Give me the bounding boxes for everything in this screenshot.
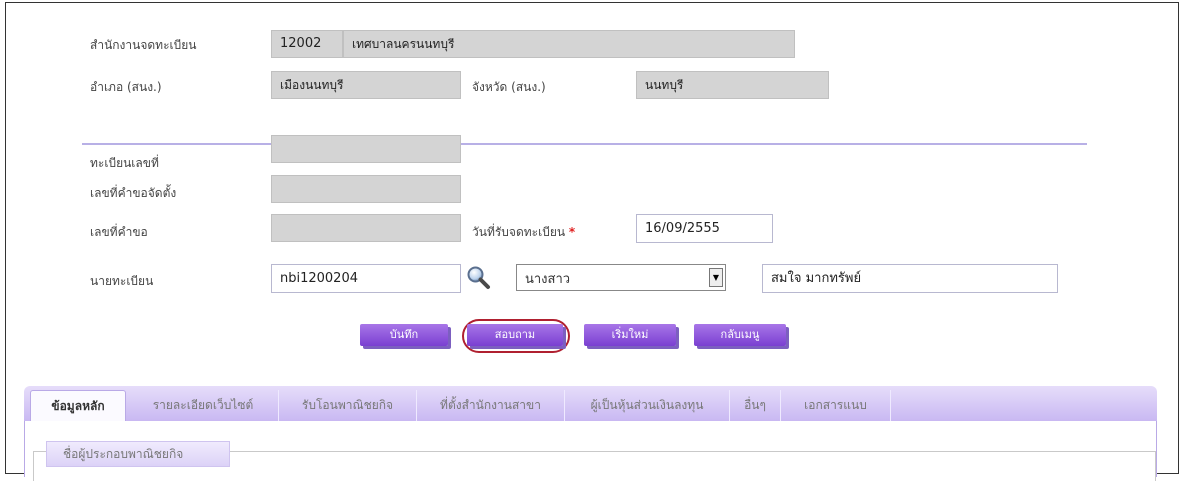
merchant-name-legend: ชื่อผู้ประกอบพาณิชยกิจ (46, 441, 230, 467)
magnifier-icon[interactable] (466, 265, 492, 291)
title-select-value: นางสาว (525, 272, 571, 287)
registration-no-label: ทะเบียนเลขที่ (90, 156, 159, 170)
tab-bar: ข้อมูลหลัก รายละเอียดเว็บไซต์ รับโอนพาณิ… (24, 386, 1157, 422)
tab-main-info[interactable]: ข้อมูลหลัก (30, 390, 126, 421)
dropdown-arrow-icon[interactable]: ▼ (709, 268, 723, 287)
setup-request-no-label: เลขที่คำขอจัดตั้ง (90, 186, 177, 200)
registrar-id-input[interactable]: nbi1200204 (271, 264, 461, 293)
received-date-input[interactable]: 16/09/2555 (636, 214, 773, 243)
office-code-field: 12002 (271, 30, 343, 58)
new-button[interactable]: เริ่มใหม่ (584, 324, 676, 346)
province-label: จังหวัด (สนง.) (472, 80, 546, 94)
received-date-label-text: วันที่รับจดทะเบียน (472, 225, 566, 239)
title-select[interactable]: นางสาว ▼ (516, 264, 726, 291)
section-divider (82, 143, 1087, 145)
received-date-label: วันที่รับจดทะเบียน * (472, 223, 575, 242)
district-label: อำเภอ (สนง.) (90, 80, 162, 94)
tab-branch-office[interactable]: ที่ตั้งสำนักงานสาขา (417, 390, 565, 421)
registration-no-field (271, 135, 461, 163)
tab-business-transfer[interactable]: รับโอนพาณิชยกิจ (279, 390, 417, 421)
office-label: สำนักงานจดทะเบียน (90, 38, 197, 52)
district-field: เมืองนนทบุรี (271, 71, 461, 99)
request-no-field (271, 214, 461, 242)
back-to-menu-button[interactable]: กลับเมนู (694, 324, 786, 346)
registrar-name-input[interactable]: สมใจ มากทรัพย์ (762, 264, 1058, 293)
office-name-field: เทศบาลนครนนทบุรี (343, 30, 795, 58)
province-field: นนทบุรี (636, 71, 829, 99)
setup-request-no-field (271, 175, 461, 203)
save-button[interactable]: บันทึก (360, 324, 448, 346)
required-asterisk: * (568, 225, 576, 239)
tab-others[interactable]: อื่นๆ (730, 390, 781, 421)
tab-partners-investment[interactable]: ผู้เป็นหุ้นส่วนเงินลงทุน (565, 390, 730, 421)
tab-attachments[interactable]: เอกสารแนบ (781, 390, 891, 421)
registrar-label: นายทะเบียน (90, 274, 154, 288)
request-no-label: เลขที่คำขอ (90, 225, 148, 239)
tab-website-details[interactable]: รายละเอียดเว็บไซต์ (128, 390, 279, 421)
inquire-button[interactable]: สอบถาม (467, 324, 563, 346)
